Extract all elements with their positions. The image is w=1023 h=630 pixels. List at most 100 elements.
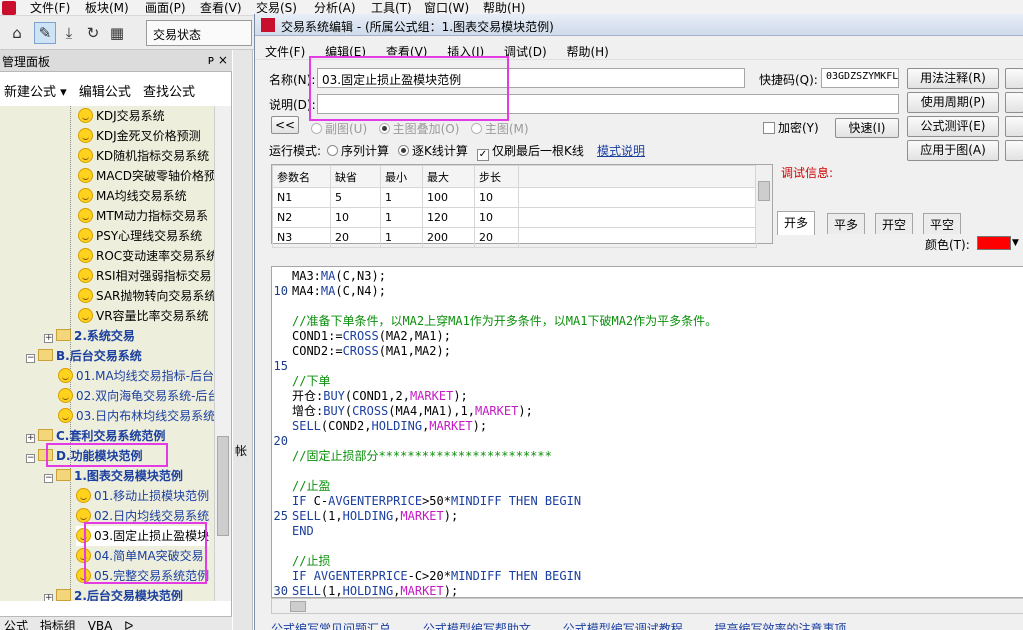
code-line[interactable]: SELL(1,HOLDING,MARKET); <box>292 584 458 597</box>
code-line[interactable]: MA4:MA(C,N4); <box>292 284 386 299</box>
code-line[interactable]: IF C-AVGENTERPRICE>50*MINDIFF THEN BEGIN <box>292 494 581 509</box>
tree-item[interactable]: KD随机指标交易系统 <box>78 146 209 166</box>
color-picker-swatch[interactable] <box>977 236 1011 250</box>
table-cell[interactable]: 10 <box>330 207 381 228</box>
main-chart-radio[interactable]: 主图(M) <box>470 122 529 136</box>
last-bar-only-checkbox[interactable]: ✓ 仅刷最后一根K线 <box>477 142 584 161</box>
menu-view[interactable]: 查看(V) <box>200 1 242 15</box>
tree-item[interactable]: MACD突破零轴价格预 <box>78 166 214 186</box>
tab-close-long[interactable]: 平多 <box>827 213 866 234</box>
ok-button-partial[interactable] <box>1005 68 1023 89</box>
params-scrollbar[interactable] <box>755 165 772 243</box>
tree-scrollbar[interactable] <box>214 106 231 601</box>
tree-item[interactable]: 01.移动止损模块范例 <box>76 486 209 506</box>
table-cell[interactable]: 5 <box>330 187 381 208</box>
tree-item[interactable]: 01.MA均线交易指标-后台 <box>58 366 214 386</box>
tree-item[interactable]: ROC变动速率交易系统 <box>78 246 214 266</box>
tree-item[interactable]: PSY心理线交易系统 <box>78 226 202 246</box>
tree-item[interactable]: MTM动力指标交易系 <box>78 206 208 226</box>
expand-icon[interactable]: + <box>26 434 35 443</box>
code-line[interactable]: COND1:=CROSS(MA2,MA1); <box>292 329 451 344</box>
save-button-partial[interactable] <box>1005 116 1023 137</box>
find-formula-button[interactable]: 查找公式 <box>143 85 195 100</box>
table-row[interactable]: N2 10 1 120 10 <box>272 207 757 228</box>
table-cell[interactable]: 1 <box>380 227 423 248</box>
code-line[interactable]: IF AVGENTERPRICE-C>20*MINDIFF THEN BEGIN <box>292 569 581 584</box>
expand-icon[interactable]: + <box>44 594 53 601</box>
formula-test-button[interactable]: 公式测评(E) <box>907 116 999 137</box>
dlg-menu-file[interactable]: 文件(F) <box>265 45 305 59</box>
code-line[interactable]: //准备下单条件，以MA2上穿MA1作为开多条件，以MA1下破MA2作为平多条件… <box>292 314 717 329</box>
trade-status-combo[interactable]: 交易状态 <box>146 20 252 46</box>
tree-item[interactable]: RSI相对强弱指标交易 <box>78 266 212 286</box>
menu-analysis[interactable]: 分析(A) <box>314 1 356 15</box>
collapse-button[interactable]: << <box>271 116 299 134</box>
pin-close-icon[interactable]: ᴘ × <box>208 53 228 67</box>
table-row[interactable]: N1 5 1 100 10 <box>272 187 757 208</box>
table-cell[interactable]: N3 <box>272 227 331 248</box>
tree-item[interactable]: KDJ交易系统 <box>78 106 165 126</box>
tree-item[interactable]: 02.双向海龟交易系统-后台 <box>58 386 214 406</box>
quick-button[interactable]: 快速(I) <box>835 118 899 138</box>
grid-menu-icon[interactable]: ▦ <box>106 22 128 44</box>
tree-folder[interactable]: − B.后台交易系统 <box>26 346 142 366</box>
pen-tool-icon[interactable]: ✎ <box>34 22 56 44</box>
table-cell[interactable]: 200 <box>422 227 475 248</box>
tab-open-short[interactable]: 开空 <box>875 213 914 234</box>
tab-scroll-arrow[interactable]: ᐅ <box>120 619 137 630</box>
usage-notes-button[interactable]: 用法注释(R) <box>907 68 999 89</box>
footer-link[interactable]: 公式模型编写调试教程 <box>563 622 683 630</box>
tree-item[interactable]: 03.日内布林均线交易系统 <box>58 406 214 426</box>
encrypt-checkbox[interactable]: 加密(Y) <box>763 119 819 136</box>
tree-item[interactable]: SAR抛物转向交易系统 <box>78 286 214 306</box>
code-line[interactable]: COND2:=CROSS(MA1,MA2); <box>292 344 451 359</box>
expand-icon[interactable]: + <box>44 334 53 343</box>
shortcut-field[interactable]: 03GDZSZYMKFL <box>821 68 899 88</box>
subchart-radio[interactable]: 副图(U) <box>311 122 367 136</box>
scroll-thumb[interactable] <box>217 436 229 536</box>
collapse-icon[interactable]: − <box>26 354 35 363</box>
code-line[interactable]: //止损 <box>292 554 330 569</box>
tab-formula[interactable]: 公式 <box>0 617 32 630</box>
per-bar-calc-radio[interactable]: 逐K线计算 <box>398 142 468 159</box>
table-cell[interactable]: 1 <box>380 207 423 228</box>
code-editor[interactable]: 10 15 20 25 30 MA3:MA(C,N3); MA4:MA(C,N4); //准… <box>271 266 1023 598</box>
code-line[interactable]: //下单 <box>292 374 330 389</box>
tab-open-long[interactable]: 开多 <box>777 211 816 235</box>
tree-item[interactable]: KDJ金死叉价格预测 <box>78 126 201 146</box>
code-line[interactable]: //固定止损部分************************ <box>292 449 552 464</box>
chevron-down-icon[interactable]: ▼ <box>1012 236 1023 250</box>
menu-window[interactable]: 窗口(W) <box>424 1 469 15</box>
table-cell[interactable]: 20 <box>474 227 519 248</box>
series-calc-radio[interactable]: 序列计算 <box>327 142 389 159</box>
menu-file[interactable]: 文件(F) <box>30 1 70 15</box>
code-line[interactable]: MA3:MA(C,N3); <box>292 269 386 284</box>
usage-period-button[interactable]: 使用周期(P) <box>907 92 999 113</box>
tab-close-short[interactable]: 平空 <box>923 213 962 234</box>
cancel-button-partial[interactable] <box>1005 92 1023 113</box>
code-line[interactable]: SELL(COND2,HOLDING,MARKET); <box>292 419 487 434</box>
table-cell[interactable]: 10 <box>474 187 519 208</box>
collapse-icon[interactable]: − <box>26 454 35 463</box>
tree-item[interactable]: VR容量比率交易系统 <box>78 306 209 326</box>
table-cell[interactable]: 10 <box>474 207 519 228</box>
table-cell[interactable]: 20 <box>330 227 381 248</box>
dlg-menu-debug[interactable]: 调试(D) <box>504 45 547 59</box>
table-cell[interactable]: 120 <box>422 207 475 228</box>
table-cell[interactable]: 1 <box>380 187 423 208</box>
menu-tools[interactable]: 工具(T) <box>371 1 412 15</box>
main-overlay-radio[interactable]: 主图叠加(O) <box>378 122 459 136</box>
tree-item[interactable]: MA均线交易系统 <box>78 186 187 206</box>
code-line[interactable]: SELL(1,HOLDING,MARKET); <box>292 509 458 524</box>
mode-help-link[interactable]: 模式说明 <box>597 142 645 159</box>
code-line[interactable]: //止盈 <box>292 479 330 494</box>
footer-link[interactable]: 公式模型编写帮助文 <box>423 622 531 630</box>
other-button-partial[interactable] <box>1005 140 1023 161</box>
download-icon[interactable]: ⤓ <box>58 22 80 44</box>
menu-sector[interactable]: 板块(M) <box>85 1 129 15</box>
table-cell[interactable]: N2 <box>272 207 331 228</box>
params-table[interactable]: 参数名 缺省 最小 最大 步长 N1 5 1 100 10 N2 10 1 12… <box>271 164 773 248</box>
refresh-icon[interactable]: ↻ <box>82 22 104 44</box>
footer-link[interactable]: 提高编写效率的注意事项 <box>715 622 847 630</box>
collapse-icon[interactable]: − <box>44 474 53 483</box>
